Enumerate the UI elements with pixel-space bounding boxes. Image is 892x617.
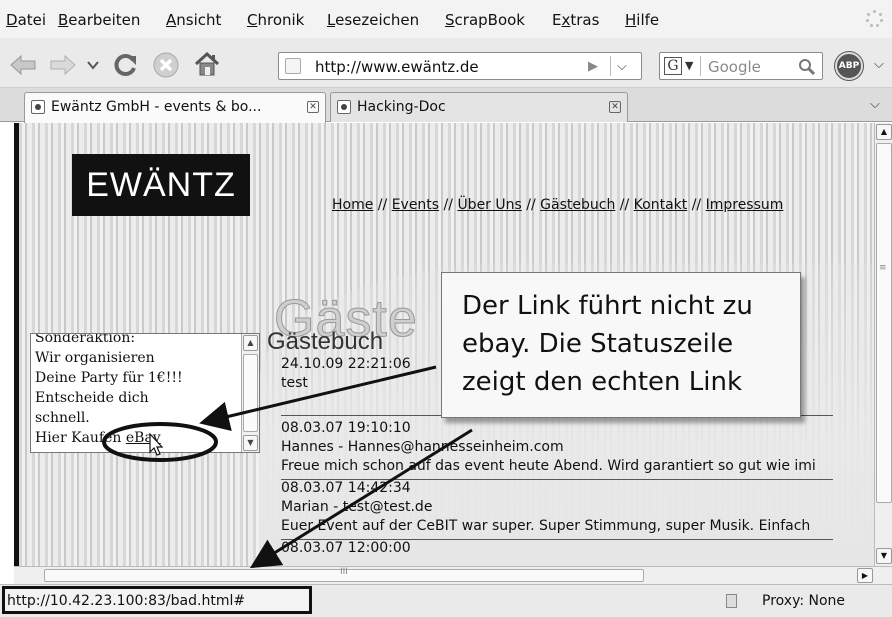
nav-home[interactable]: Home xyxy=(332,197,373,213)
menu-chronik[interactable]: Chronik xyxy=(247,11,304,29)
adblock-icon[interactable]: ABP xyxy=(835,52,863,80)
ad-link-line: Hier Kaufen eBay xyxy=(35,430,161,446)
url-separator xyxy=(610,56,611,76)
nav-ueber-uns[interactable]: Über Uns xyxy=(457,197,521,213)
site-favicon-icon xyxy=(285,58,301,74)
stop-icon[interactable] xyxy=(152,51,180,79)
home-icon[interactable] xyxy=(192,50,222,78)
nav-impressum[interactable]: Impressum xyxy=(706,197,784,213)
scroll-right-icon[interactable]: ▶ xyxy=(857,568,873,583)
tab-title: Hacking-Doc xyxy=(357,99,446,115)
entry-message: Euer Event auf der CeBIT war super. Supe… xyxy=(281,518,811,534)
search-bar[interactable]: G ▼ Google xyxy=(659,52,823,80)
status-bar: http://10.42.23.100:83/bad.html# Proxy: … xyxy=(0,584,892,617)
url-text[interactable]: http://www.ewäntz.de xyxy=(315,58,479,76)
scroll-grip-icon: ≡ xyxy=(879,263,887,273)
menu-bar: Datei Bearbeiten Ansicht Chronik Lesezei… xyxy=(0,0,892,38)
entry-author: Hannes - Hannes@hannesseinheim.com xyxy=(281,439,564,455)
page-horizontal-scrollbar[interactable]: III ▶ xyxy=(14,566,892,584)
search-icon[interactable] xyxy=(798,58,816,76)
menu-ansicht[interactable]: Ansicht xyxy=(166,11,221,29)
menu-datei[interactable]: Datei xyxy=(6,11,46,29)
tab-favicon-icon xyxy=(337,100,351,114)
throbber-icon xyxy=(866,10,884,28)
ad-scroll-thumb[interactable] xyxy=(243,354,258,432)
tab-list-icon[interactable]: ⌵ xyxy=(870,97,880,112)
scroll-grip-icon: III xyxy=(340,567,348,577)
nav-gaestebuch[interactable]: Gästebuch xyxy=(540,197,615,213)
ad-text: Sonderaktion: Wir organisieren Deine Par… xyxy=(35,333,233,448)
page-scroll-thumb[interactable] xyxy=(876,143,892,503)
search-separator xyxy=(700,56,701,76)
scroll-up-icon[interactable]: ▲ xyxy=(243,335,258,351)
menu-bearbeiten[interactable]: Bearbeiten xyxy=(58,11,140,29)
nav-events[interactable]: Events xyxy=(392,197,439,213)
site-navigation: Home // Events // Über Uns // Gästebuch … xyxy=(332,197,784,213)
history-dropdown-icon[interactable] xyxy=(86,58,100,72)
menu-lesezeichen[interactable]: Lesezeichen xyxy=(327,11,419,29)
menu-hilfe[interactable]: Hilfe xyxy=(625,11,659,29)
proxy-status[interactable]: Proxy: None xyxy=(762,593,845,609)
ebay-link[interactable]: eBay xyxy=(126,430,161,446)
ad-line-cut: Sonderaktion: xyxy=(35,333,136,346)
tab-favicon-icon xyxy=(31,100,45,114)
adblock-dropdown-icon[interactable]: ⌵ xyxy=(874,57,884,72)
tab-ewaentz[interactable]: Ewäntz GmbH - events & bo... ✕ xyxy=(24,92,326,123)
guestbook-entry: 08.03.07 14:42:34 Marian - test@test.de … xyxy=(281,480,874,540)
google-engine-icon[interactable]: G xyxy=(664,57,682,75)
ad-scrollbar[interactable]: ▲ ▼ xyxy=(241,334,259,452)
callout-line: ebay. Die Statuszeile xyxy=(462,329,734,359)
scroll-down-icon[interactable]: ▼ xyxy=(876,548,892,564)
status-link-text: http://10.42.23.100:83/bad.html# xyxy=(2,586,312,614)
url-bar[interactable]: http://www.ewäntz.de ▶ ⌵ xyxy=(278,52,642,80)
guestbook-entry: 08.03.07 12:00:00 xyxy=(281,540,874,559)
page-info-icon[interactable] xyxy=(726,594,737,608)
tab-hacking-doc[interactable]: Hacking-Doc ✕ xyxy=(330,92,628,122)
tab-close-icon[interactable]: ✕ xyxy=(609,101,621,113)
reload-icon[interactable] xyxy=(112,51,140,79)
page-title: Gästebuch xyxy=(267,328,384,355)
forward-icon[interactable] xyxy=(48,53,78,77)
tab-close-icon[interactable]: ✕ xyxy=(307,101,319,113)
ad-line: schnell. xyxy=(35,410,90,426)
callout-line: Der Link führt nicht zu xyxy=(462,291,753,321)
guestbook-entry: 08.03.07 19:10:10 Hannes - Hannes@hannes… xyxy=(281,420,874,480)
page-vertical-scrollbar[interactable]: ▲ ≡ ▼ xyxy=(874,123,892,566)
entry-date: 08.03.07 14:42:34 xyxy=(281,480,411,496)
ad-line: Entscheide dich xyxy=(35,390,149,406)
callout-line: zeigt den echten Link xyxy=(462,367,743,397)
menu-scrapbook[interactable]: ScrapBook xyxy=(445,11,525,29)
engine-dropdown-icon[interactable]: ▼ xyxy=(685,59,693,72)
site-logo[interactable]: EWÄNTZ xyxy=(72,154,250,216)
menu-extras[interactable]: Extras xyxy=(552,11,599,29)
url-dropdown-icon[interactable]: ⌵ xyxy=(617,59,627,74)
scroll-up-icon[interactable]: ▲ xyxy=(876,124,892,140)
search-input[interactable]: Google xyxy=(708,58,761,76)
entry-date: 08.03.07 19:10:10 xyxy=(281,420,411,436)
entry-date: 08.03.07 12:00:00 xyxy=(281,540,411,556)
annotation-callout: Der Link führt nicht zu ebay. Die Status… xyxy=(441,272,801,418)
ad-line: Deine Party für 1€!!! xyxy=(35,370,183,386)
tab-title: Ewäntz GmbH - events & bo... xyxy=(51,99,262,115)
ad-line: Wir organisieren xyxy=(35,350,155,366)
entry-message: Freue mich schon auf das event heute Abe… xyxy=(281,458,816,474)
scroll-down-icon[interactable]: ▼ xyxy=(243,435,258,451)
go-arrow-icon[interactable]: ▶ xyxy=(588,59,598,74)
nav-kontakt[interactable]: Kontakt xyxy=(634,197,688,213)
ad-box: Sonderaktion: Wir organisieren Deine Par… xyxy=(30,333,260,453)
entry-author: Marian - test@test.de xyxy=(281,499,433,515)
back-icon[interactable] xyxy=(8,53,38,77)
